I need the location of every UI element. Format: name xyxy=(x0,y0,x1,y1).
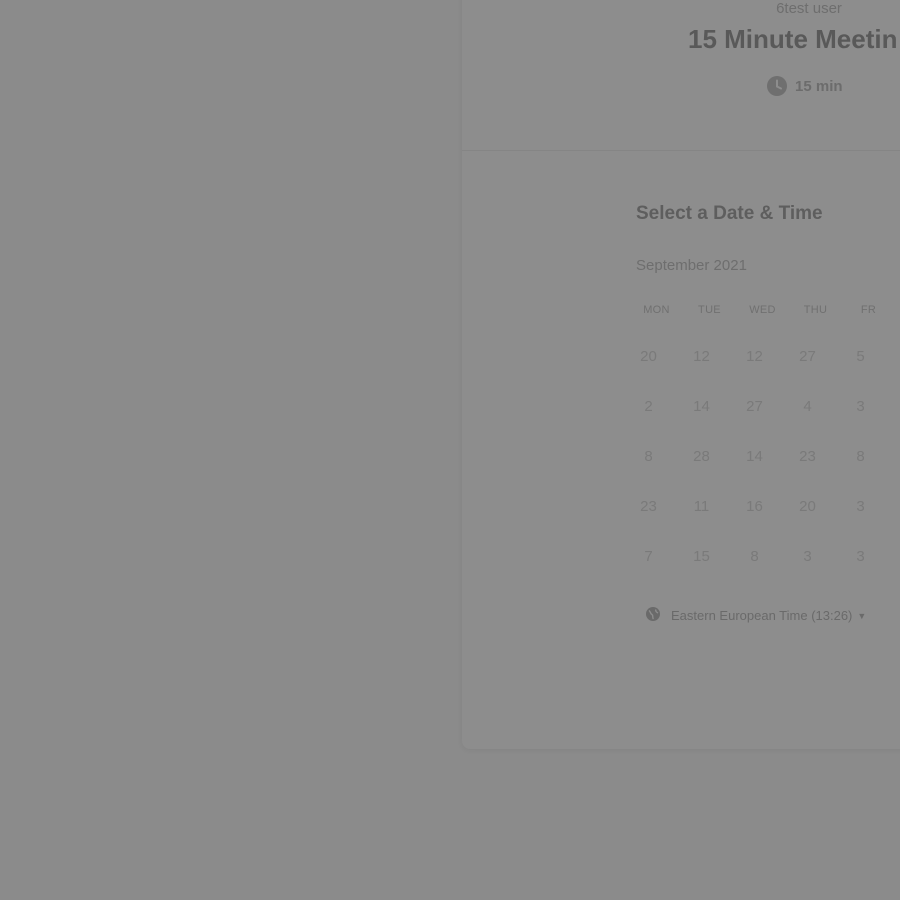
weekday-thu: THU xyxy=(803,304,828,316)
month-label: September 2021 xyxy=(636,257,747,274)
calendar-day: 11 xyxy=(693,497,710,515)
weekday-wed: WED xyxy=(749,304,776,316)
section-title: Select a Date & Time xyxy=(636,203,823,224)
host-name: 6test user xyxy=(776,0,842,17)
weekday-mon: MON xyxy=(643,304,670,316)
calendar-day: 3 xyxy=(856,497,865,515)
calendar-day: 2 xyxy=(644,397,653,415)
globe-icon xyxy=(645,606,661,625)
calendar-day: 20 xyxy=(799,497,816,515)
calendar-day: 7 xyxy=(644,547,653,565)
calendar-day: 3 xyxy=(803,547,812,565)
calendar-day: 15 xyxy=(693,547,710,565)
calendar-day: 23 xyxy=(640,497,657,515)
event-title: 15 Minute Meetin xyxy=(688,24,898,54)
weekday-fri: FR xyxy=(860,304,877,316)
calendar-day: 8 xyxy=(644,447,653,465)
duration-label: 15 min xyxy=(795,77,843,95)
calendar-day: 8 xyxy=(750,547,759,565)
calendar-week: 7 15 8 3 3 xyxy=(622,531,887,581)
timezone-selector[interactable]: Eastern European Time (13:26) ▼ xyxy=(645,606,866,625)
calendar-day: 28 xyxy=(693,447,710,465)
calendar-grid: 20 12 12 27 5 2 14 27 4 3 8 28 14 23 8 2… xyxy=(622,331,887,581)
calendar-day: 4 xyxy=(803,397,812,415)
weekday-header: MON TUE WED THU FR xyxy=(630,304,895,316)
calendar-day: 12 xyxy=(746,347,763,365)
calendar-day: 14 xyxy=(746,447,763,465)
calendar-week: 23 11 16 20 3 xyxy=(622,481,887,531)
booking-card: 6test user 15 Minute Meetin 15 min Selec… xyxy=(462,0,900,749)
weekday-tue: TUE xyxy=(698,304,721,316)
calendar-week: 8 28 14 23 8 xyxy=(622,431,887,481)
caret-down-icon: ▼ xyxy=(857,610,867,621)
calendar-day: 27 xyxy=(746,397,763,415)
page-overlay: 6test user 15 Minute Meetin 15 min Selec… xyxy=(0,0,900,900)
calendar-day: 3 xyxy=(856,397,865,415)
event-header: 6test user 15 Minute Meetin 15 min xyxy=(462,0,900,151)
calendar-day: 3 xyxy=(856,547,865,565)
calendar-day: 12 xyxy=(693,347,710,365)
calendar-day: 5 xyxy=(856,347,865,365)
timezone-label: Eastern European Time (13:26) xyxy=(671,608,853,623)
calendar-week: 2 14 27 4 3 xyxy=(622,381,887,431)
clock-icon xyxy=(767,76,787,96)
calendar-day: 16 xyxy=(746,497,763,515)
calendar-day: 8 xyxy=(856,447,865,465)
event-duration: 15 min xyxy=(767,76,843,96)
calendar-day: 23 xyxy=(799,447,816,465)
calendar-day: 20 xyxy=(640,347,657,365)
calendar-day: 14 xyxy=(693,397,710,415)
calendar-day: 27 xyxy=(799,347,816,365)
calendar-week: 20 12 12 27 5 xyxy=(622,331,887,381)
